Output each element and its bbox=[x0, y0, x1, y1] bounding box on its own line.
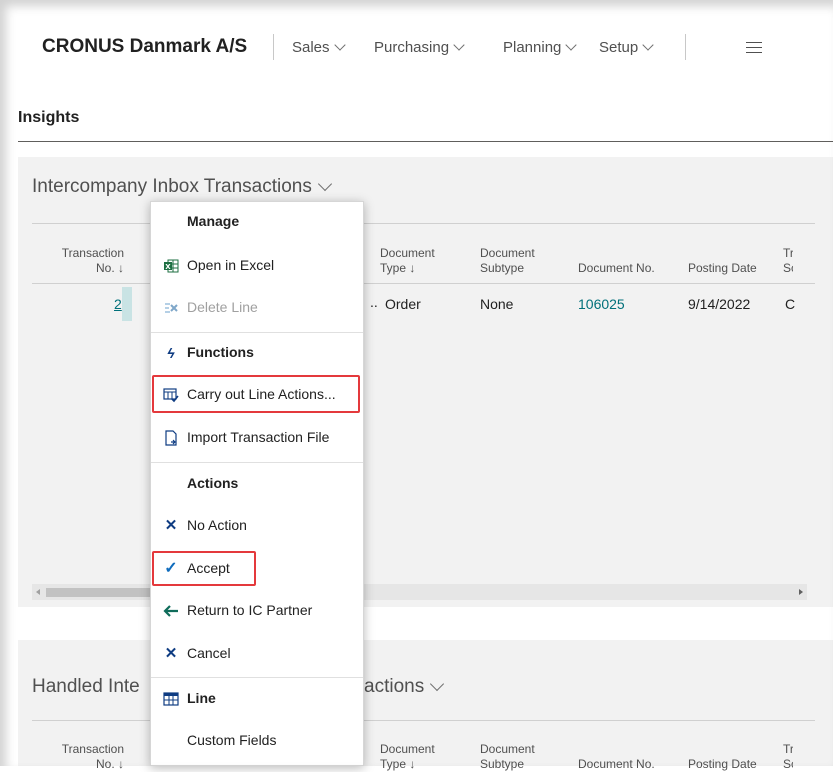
cell-document-subtype: None bbox=[480, 296, 514, 312]
scrollbar-thumb[interactable] bbox=[46, 588, 152, 597]
chevron-down-icon bbox=[333, 39, 346, 51]
cell-transaction-no[interactable]: 2 bbox=[114, 296, 122, 312]
row-selection-indicator bbox=[122, 287, 132, 321]
nav-setup[interactable]: Setup bbox=[599, 39, 654, 56]
x-icon: ✕ bbox=[164, 517, 178, 534]
menu-delete-line[interactable]: Delete Line bbox=[151, 288, 363, 328]
import-file-icon bbox=[163, 430, 179, 446]
menu-group-label: Manage bbox=[187, 213, 240, 229]
handled-transactions-panel: Handled Inte actions Transaction No. ↓ D… bbox=[18, 640, 833, 771]
nav-sales-label: Sales bbox=[292, 39, 330, 56]
menu-group-functions[interactable]: ϟ Functions bbox=[151, 333, 363, 373]
col-posting-date[interactable]: Posting Date bbox=[688, 261, 757, 276]
scroll-left-icon[interactable] bbox=[36, 589, 40, 595]
menu-group-line[interactable]: Line bbox=[151, 679, 363, 719]
handled-panel-title-right[interactable]: actions bbox=[364, 676, 445, 698]
chevron-down-icon bbox=[430, 676, 445, 692]
menu-open-in-excel[interactable]: X Open in Excel bbox=[151, 246, 363, 286]
col-document-type[interactable]: Document Type ↓ bbox=[380, 246, 450, 276]
nav-planning-label: Planning bbox=[503, 39, 562, 56]
svg-text:X: X bbox=[165, 263, 171, 271]
chevron-down-icon bbox=[642, 39, 654, 51]
menu-item-label: Import Transaction File bbox=[187, 429, 330, 445]
page-title: Insights bbox=[18, 109, 80, 126]
title-divider bbox=[18, 141, 833, 142]
nav-planning[interactable]: Planning bbox=[503, 39, 578, 56]
arrow-left-icon bbox=[163, 603, 179, 619]
col-posting-date[interactable]: Posting Date bbox=[688, 757, 757, 772]
cell-document-type: Order bbox=[385, 296, 421, 312]
chevron-down-icon bbox=[565, 39, 578, 51]
nav-sales[interactable]: Sales bbox=[292, 39, 346, 56]
nav-purchasing[interactable]: Purchasing bbox=[374, 39, 465, 56]
top-navigation-bar: CRONUS Danmark A/S Sales Purchasing Plan… bbox=[18, 0, 833, 90]
menu-group-manage: Manage bbox=[151, 202, 363, 242]
inbox-panel-title-text: Intercompany Inbox Transactions bbox=[32, 176, 312, 197]
col-document-no[interactable]: Document No. bbox=[578, 261, 655, 276]
menu-return-to-ic-partner[interactable]: Return to IC Partner bbox=[151, 591, 363, 631]
handled-panel-title-text: actions bbox=[364, 676, 425, 697]
x-icon: ✕ bbox=[164, 645, 178, 662]
menu-custom-fields[interactable]: Custom Fields bbox=[151, 721, 363, 761]
inbox-transactions-panel: Intercompany Inbox Transactions Transact… bbox=[18, 157, 833, 607]
delete-line-icon bbox=[163, 300, 179, 316]
actions-context-menu: Manage X Open in Excel Delete Line ϟ Fun… bbox=[150, 201, 364, 766]
handled-panel-title-left[interactable]: Handled Inte bbox=[32, 676, 140, 698]
chevron-down-icon bbox=[453, 39, 465, 51]
col-document-no[interactable]: Document No. bbox=[578, 757, 655, 772]
menu-item-label: Open in Excel bbox=[187, 257, 275, 273]
carry-out-highlight bbox=[152, 375, 360, 413]
menu-group-label: Actions bbox=[187, 475, 239, 491]
company-name[interactable]: CRONUS Danmark A/S bbox=[42, 36, 247, 58]
nav-setup-label: Setup bbox=[599, 39, 639, 56]
col-truncated[interactable]: Tr Sc bbox=[783, 246, 793, 276]
menu-item-label: Delete Line bbox=[187, 299, 258, 315]
hamburger-menu-icon[interactable] bbox=[746, 42, 762, 57]
lightning-icon: ϟ bbox=[167, 345, 175, 361]
menu-separator bbox=[151, 677, 363, 678]
col-document-type[interactable]: Document Type ↓ bbox=[380, 742, 450, 772]
col-transaction-no[interactable]: Transaction No. ↓ bbox=[52, 742, 124, 772]
cell-partial: .. bbox=[370, 294, 378, 310]
menu-cancel[interactable]: ✕ Cancel bbox=[151, 634, 363, 674]
menu-item-label: Cancel bbox=[187, 645, 231, 661]
cell-document-no[interactable]: 106025 bbox=[578, 296, 625, 312]
col-transaction-no[interactable]: Transaction No. ↓ bbox=[52, 246, 124, 276]
accept-highlight bbox=[152, 551, 256, 586]
col-document-subtype[interactable]: Document Subtype bbox=[480, 246, 550, 276]
horizontal-scrollbar[interactable] bbox=[32, 584, 807, 600]
menu-group-label: Line bbox=[187, 690, 216, 706]
inbox-panel-title[interactable]: Intercompany Inbox Transactions bbox=[32, 176, 332, 198]
col-truncated[interactable]: Tr Sc bbox=[783, 742, 793, 772]
nav-purchasing-label: Purchasing bbox=[374, 39, 450, 56]
cell-posting-date: 9/14/2022 bbox=[688, 296, 751, 312]
col-document-subtype[interactable]: Document Subtype bbox=[480, 742, 550, 772]
menu-group-label: Functions bbox=[187, 344, 254, 360]
nav-separator bbox=[685, 34, 686, 60]
chevron-down-icon bbox=[317, 176, 332, 192]
menu-item-label: No Action bbox=[187, 517, 247, 533]
menu-item-label: Custom Fields bbox=[187, 732, 277, 748]
cell-truncated: C bbox=[785, 296, 796, 312]
menu-import-transaction-file[interactable]: Import Transaction File bbox=[151, 418, 363, 458]
menu-no-action[interactable]: ✕ No Action bbox=[151, 506, 363, 546]
menu-group-actions: Actions bbox=[151, 464, 363, 504]
scroll-right-icon[interactable] bbox=[799, 589, 803, 595]
excel-icon: X bbox=[163, 258, 179, 274]
nav-separator bbox=[273, 34, 274, 60]
menu-separator bbox=[151, 462, 363, 463]
table-icon bbox=[163, 691, 179, 707]
menu-item-label: Return to IC Partner bbox=[187, 602, 313, 618]
